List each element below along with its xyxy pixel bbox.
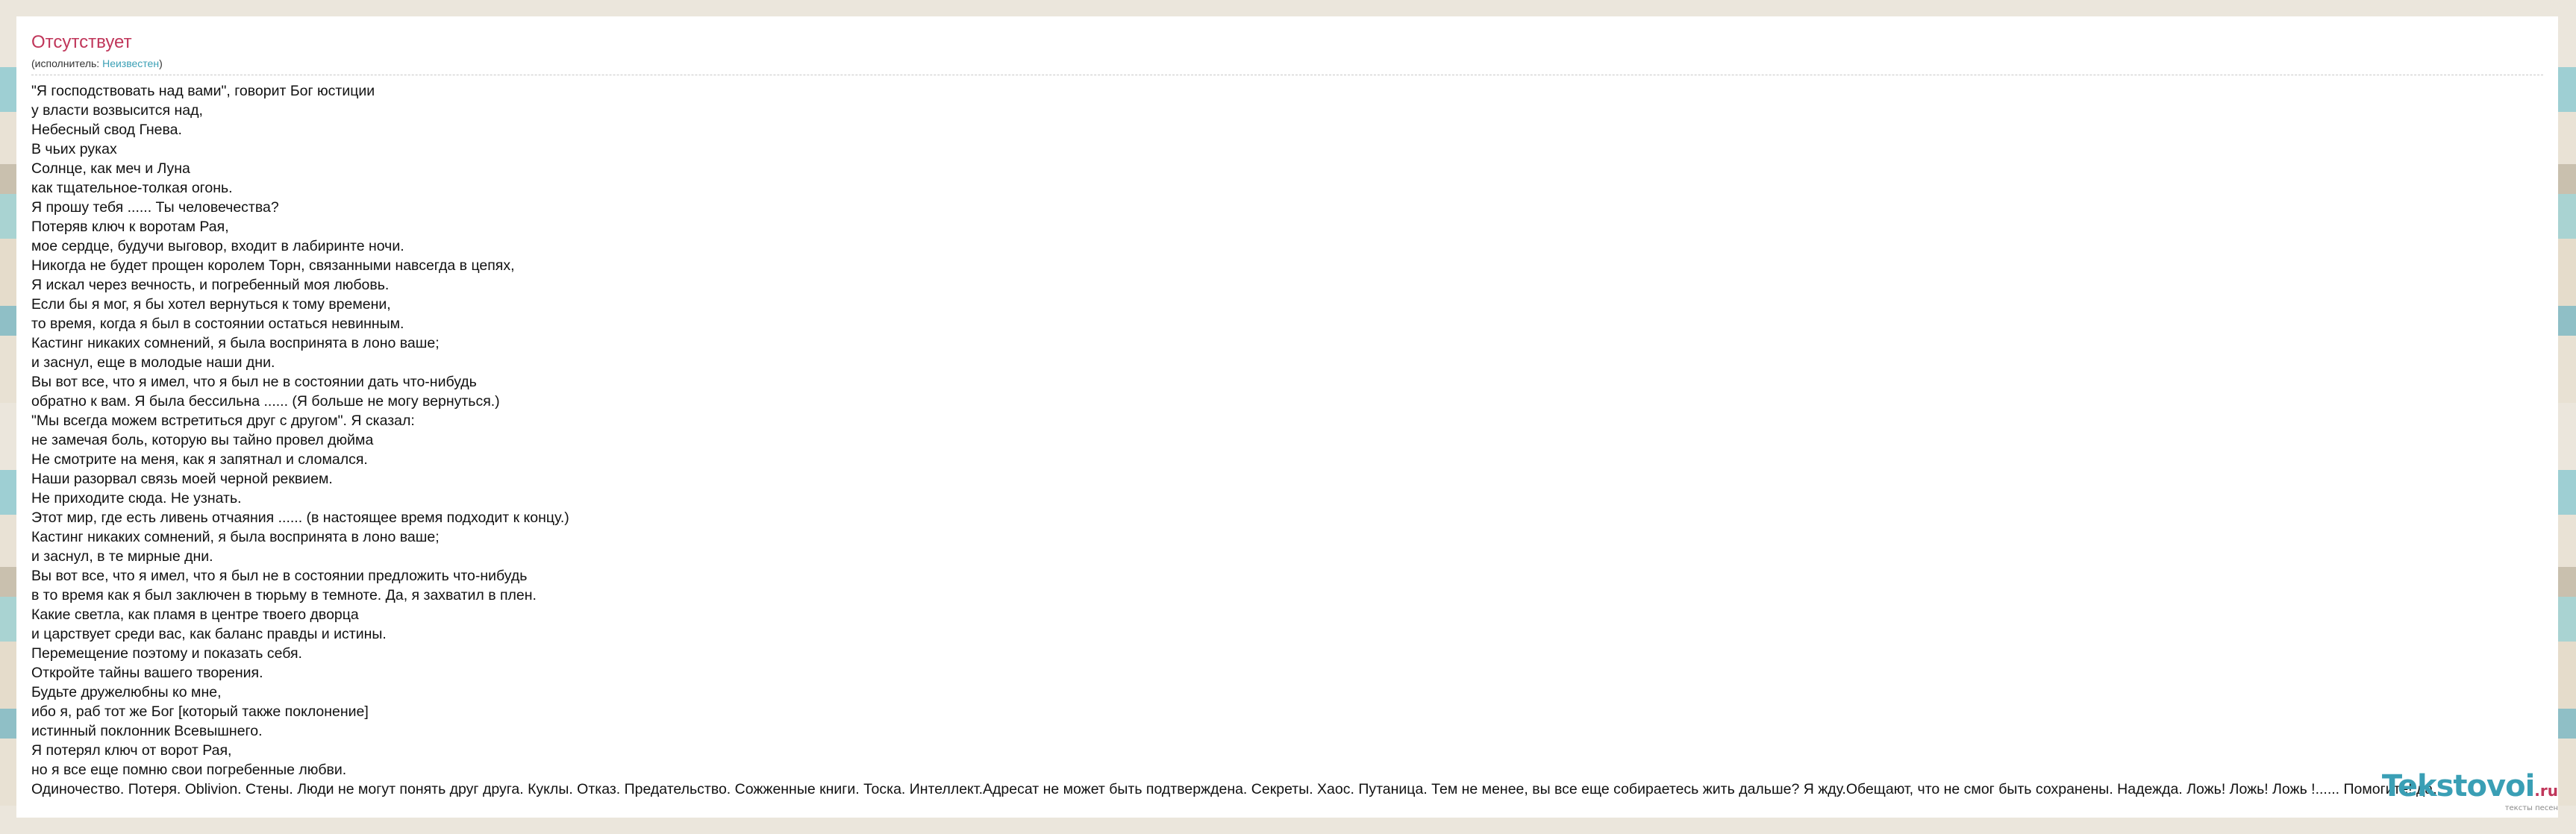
lyrics-line: и заснул, в те мирные дни.	[31, 548, 213, 565]
lyrics-line: Я прошу тебя ...... Ты человечества?	[31, 199, 279, 216]
lyrics-line: Откройте тайны вашего творения.	[31, 665, 263, 681]
lyrics-line: "Мы всегда можем встретиться друг с друг…	[31, 413, 415, 429]
performer-line: (исполнитель: Неизвестен)	[31, 57, 2543, 70]
lyrics-line: в то время как я был заключен в тюрьму в…	[31, 587, 537, 603]
performer-prefix: (исполнитель:	[31, 57, 103, 69]
lyrics-line: Одиночество. Потеря. Oblivion. Стены. Лю…	[31, 781, 2437, 797]
lyrics-line: "Я господствовать над вами", говорит Бог…	[31, 83, 375, 99]
lyrics-line: и царствует среди вас, как баланс правды…	[31, 626, 387, 642]
lyrics-line: как тщательное-толкая огонь.	[31, 180, 233, 196]
lyrics-text: "Я господствовать над вами", говорит Бог…	[31, 81, 2543, 799]
lyrics-line: Наши разорвал связь моей черной реквием.	[31, 471, 333, 487]
site-logo-tld: .ru	[2534, 782, 2558, 800]
lyrics-line: Солнце, как меч и Луна	[31, 160, 190, 177]
lyrics-line: Кастинг никаких сомнений, я была восприн…	[31, 529, 440, 545]
performer-link[interactable]: Неизвестен	[102, 57, 159, 69]
lyrics-line: Вы вот все, что я имел, что я был не в с…	[31, 374, 477, 390]
lyrics-line: Небесный свод Гнева.	[31, 122, 182, 138]
lyrics-line: Потеряв ключ к воротам Рая,	[31, 219, 229, 235]
site-logo-tagline: тексты песен	[2504, 804, 2558, 812]
site-logo-name: Tekstovoi	[2381, 769, 2535, 803]
song-title: Отсутствует	[31, 32, 132, 52]
lyrics-line: мое сердце, будучи выговор, входит в лаб…	[31, 238, 404, 254]
lyrics-line: Если бы я мог, я бы хотел вернуться к то…	[31, 296, 391, 313]
lyrics-line: ибо я, раб тот же Бог [который также пок…	[31, 703, 369, 720]
lyrics-line: Не смотрите на меня, как я запятнал и сл…	[31, 451, 368, 468]
lyrics-line: истинный поклонник Всевышнего.	[31, 723, 263, 739]
lyrics-line: обратно к вам. Я была бессильна ...... (…	[31, 393, 500, 410]
lyrics-line: Этот мир, где есть ливень отчаяния .....…	[31, 510, 569, 526]
lyrics-line: Я искал через вечность, и погребенный мо…	[31, 277, 390, 293]
lyrics-line: Кастинг никаких сомнений, я была восприн…	[31, 335, 440, 351]
lyrics-line: Будьте дружелюбны ко мне,	[31, 684, 222, 700]
lyrics-line: то время, когда я был в состоянии остать…	[31, 316, 404, 332]
lyrics-line: не замечая боль, которую вы тайно провел…	[31, 432, 374, 448]
lyrics-line: Никогда не будет прощен королем Торн, св…	[31, 257, 515, 274]
lyrics-line: Перемещение поэтому и показать себя.	[31, 645, 302, 662]
lyrics-line: Я потерял ключ от ворот Рая,	[31, 742, 232, 759]
lyrics-line: Какие светла, как пламя в центре твоего …	[31, 606, 359, 623]
lyrics-line: у власти возвысится над,	[31, 102, 203, 119]
lyrics-panel: Отсутствует (исполнитель: Неизвестен) "Я…	[16, 16, 2558, 818]
lyrics-line: Не приходите сюда. Не узнать.	[31, 490, 242, 507]
lyrics-line: но я все еще помню свои погребенные любв…	[31, 762, 347, 778]
performer-suffix: )	[159, 57, 163, 69]
site-logo[interactable]: Tekstovoi.ru тексты песен	[2382, 771, 2558, 813]
lyrics-line: и заснул, еще в молодые наши дни.	[31, 354, 275, 371]
lyrics-line: Вы вот все, что я имел, что я был не в с…	[31, 568, 528, 584]
lyrics-line: В чьих руках	[31, 141, 117, 157]
